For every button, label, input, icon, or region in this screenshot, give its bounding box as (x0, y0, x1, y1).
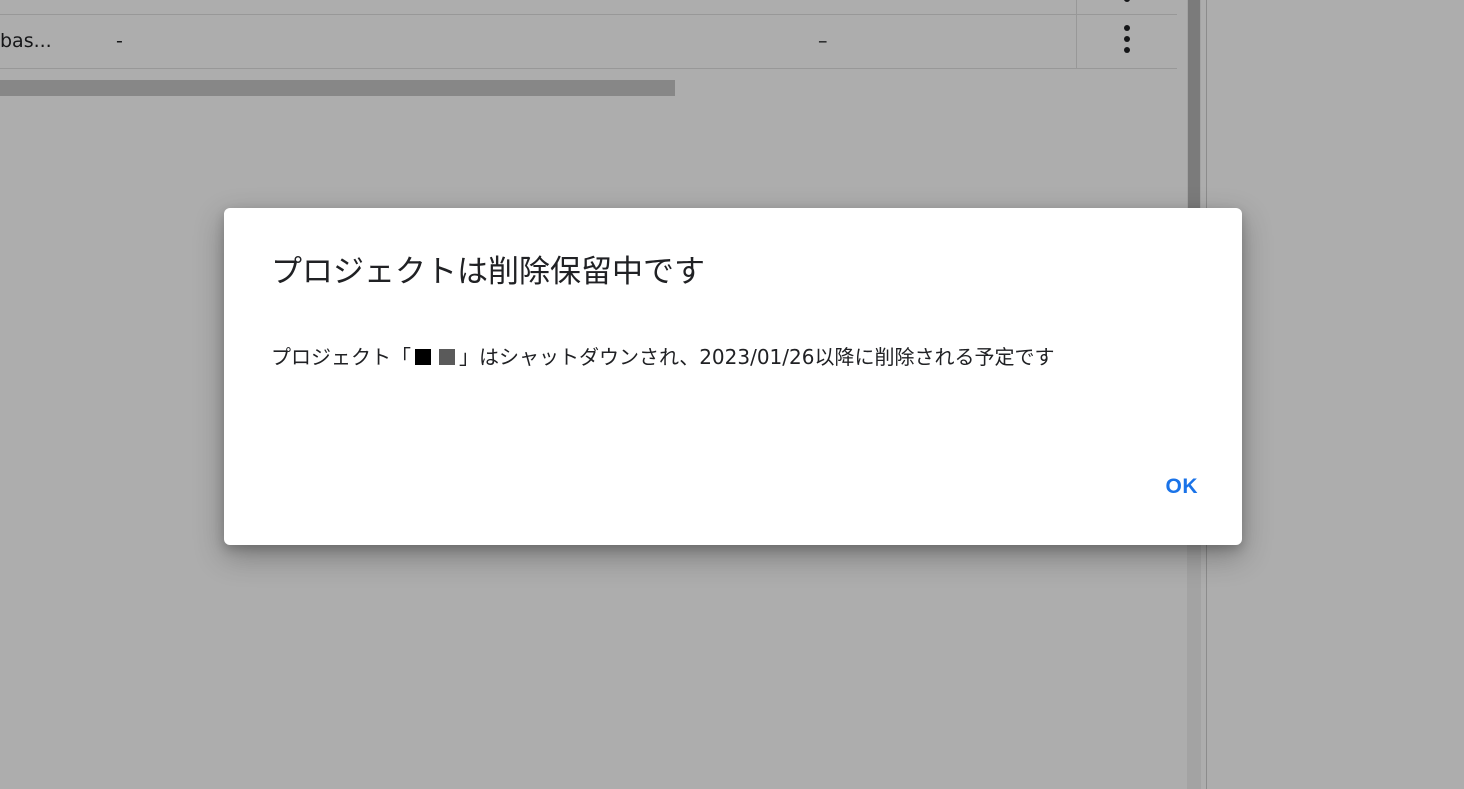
pending-deletion-dialog: プロジェクトは削除保留中です プロジェクト「 」はシャットダウンされ、2023/0… (224, 208, 1242, 545)
ok-button[interactable]: OK (1158, 469, 1207, 505)
message-suffix: 」はシャットダウンされ、2023/01/26以降に削除される予定です (459, 345, 1055, 369)
redacted-block (415, 349, 431, 365)
redacted-block (439, 349, 455, 365)
dialog-title: プロジェクトは削除保留中です (271, 254, 705, 290)
dialog-message: プロジェクト「 」はシャットダウンされ、2023/01/26以降に削除される予定で… (271, 341, 1054, 373)
message-prefix: プロジェクト「 (271, 345, 411, 369)
